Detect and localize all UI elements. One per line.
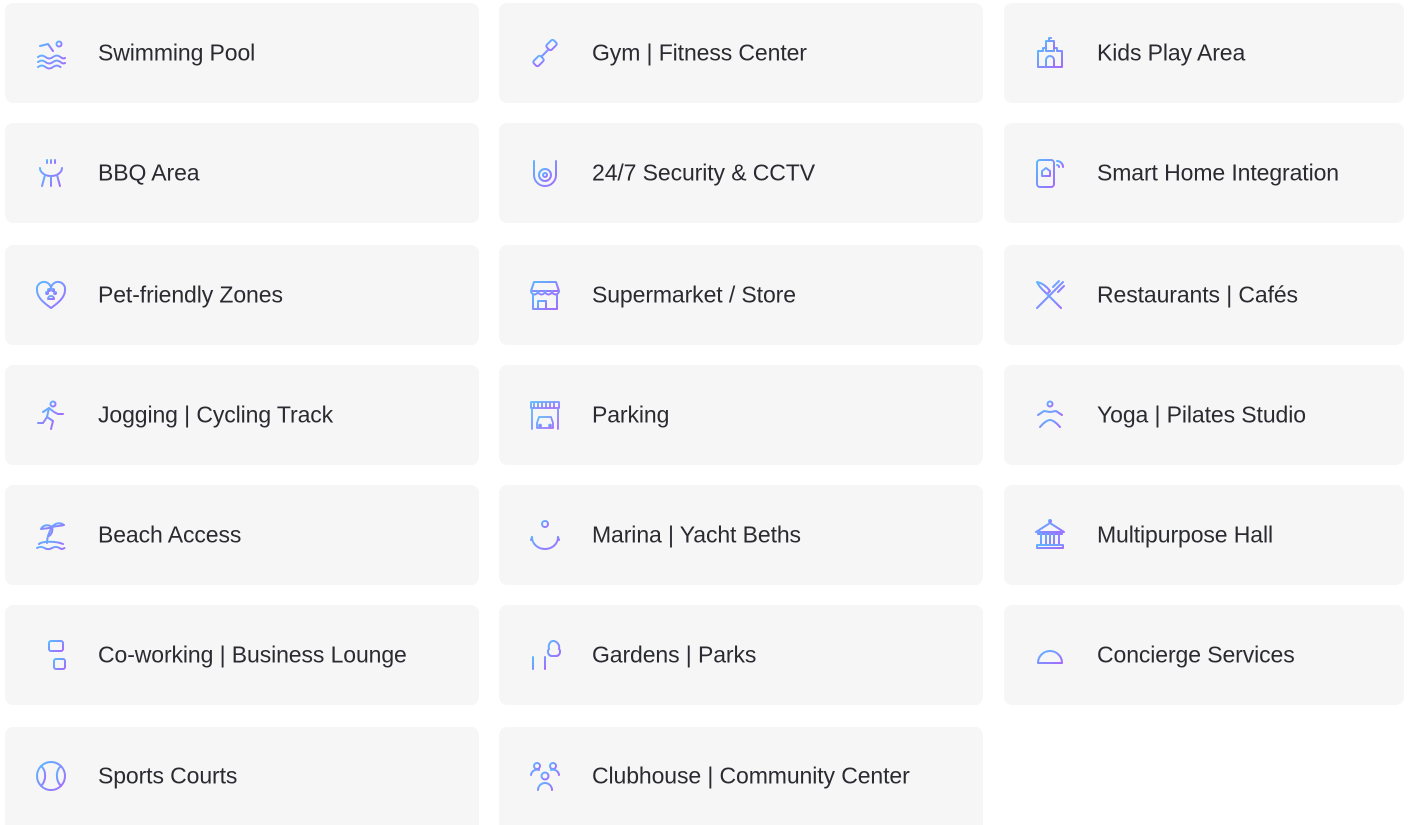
amenity-card-beach-access[interactable]: Beach Access	[5, 485, 479, 585]
castle-icon	[1034, 37, 1066, 69]
amenity-label: Marina | Yacht Beths	[592, 521, 801, 548]
amenity-card-swimming-pool[interactable]: Swimming Pool	[5, 3, 479, 103]
amenity-label: BBQ Area	[98, 159, 200, 186]
amenity-label: Beach Access	[98, 521, 242, 548]
garage-car-icon	[529, 399, 561, 431]
amenity-card-smart-home[interactable]: Smart Home Integration	[1004, 123, 1404, 223]
amenity-card-supermarket[interactable]: Supermarket / Store	[499, 245, 983, 345]
amenity-card-bbq-area[interactable]: BBQ Area	[5, 123, 479, 223]
concierge-bell-icon	[1034, 639, 1066, 671]
amenity-label: Swimming Pool	[98, 39, 256, 66]
amenity-label: Jogging | Cycling Track	[98, 401, 334, 428]
storefront-icon	[529, 279, 561, 311]
amenity-label: Multipurpose Hall	[1097, 521, 1273, 548]
amenity-card-gardens[interactable]: Gardens | Parks	[499, 605, 983, 705]
desk-chair-icon	[35, 639, 67, 671]
amenity-label: Supermarket / Store	[592, 281, 796, 308]
amenity-label: Restaurants | Cafés	[1097, 281, 1298, 308]
palm-island-icon	[35, 519, 67, 551]
amenity-card-multipurpose-hall[interactable]: Multipurpose Hall	[1004, 485, 1404, 585]
amenity-label: Yoga | Pilates Studio	[1097, 401, 1306, 428]
tennis-ball-icon	[35, 760, 67, 792]
amenity-label: Smart Home Integration	[1097, 159, 1339, 186]
hall-building-icon	[1034, 519, 1066, 551]
amenity-card-marina[interactable]: Marina | Yacht Beths	[499, 485, 983, 585]
yoga-pose-icon	[1034, 399, 1066, 431]
runner-icon	[35, 399, 67, 431]
amenity-card-yoga[interactable]: Yoga | Pilates Studio	[1004, 365, 1404, 465]
amenity-card-sports-courts[interactable]: Sports Courts	[5, 727, 479, 825]
amenity-label: 24/7 Security & CCTV	[592, 159, 815, 186]
smartphone-wifi-icon	[1034, 157, 1066, 189]
anchor-icon	[529, 519, 561, 551]
swimming-pool-icon	[35, 37, 67, 70]
amenity-label: Kids Play Area	[1097, 39, 1246, 66]
cctv-camera-icon	[529, 157, 561, 189]
fork-knife-icon	[1034, 279, 1066, 311]
amenity-card-co-working[interactable]: Co-working | Business Lounge	[5, 605, 479, 705]
amenity-label: Sports Courts	[98, 762, 238, 789]
amenity-label: Pet-friendly Zones	[98, 281, 283, 308]
amenity-label: Concierge Services	[1097, 641, 1295, 668]
amenity-card-parking[interactable]: Parking	[499, 365, 983, 465]
amenity-label: Clubhouse | Community Center	[592, 762, 910, 789]
heart-paw-icon	[35, 279, 67, 311]
amenity-card-jogging[interactable]: Jogging | Cycling Track	[5, 365, 479, 465]
amenity-card-clubhouse[interactable]: Clubhouse | Community Center	[499, 727, 983, 825]
amenity-label: Parking	[592, 401, 670, 428]
bbq-grill-icon	[35, 157, 67, 189]
park-bench-tree-icon	[529, 639, 561, 671]
amenity-card-kids-play-area[interactable]: Kids Play Area	[1004, 3, 1404, 103]
amenity-card-pet-friendly[interactable]: Pet-friendly Zones	[5, 245, 479, 345]
people-group-icon	[529, 760, 561, 792]
dumbbell-icon	[529, 37, 561, 69]
amenity-card-gym[interactable]: Gym | Fitness Center	[499, 3, 983, 103]
amenity-label: Co-working | Business Lounge	[98, 641, 407, 668]
amenity-label: Gym | Fitness Center	[592, 39, 807, 66]
amenity-card-restaurants[interactable]: Restaurants | Cafés	[1004, 245, 1404, 345]
amenity-card-concierge[interactable]: Concierge Services	[1004, 605, 1404, 705]
amenity-card-security[interactable]: 24/7 Security & CCTV	[499, 123, 983, 223]
amenity-label: Gardens | Parks	[592, 641, 757, 668]
